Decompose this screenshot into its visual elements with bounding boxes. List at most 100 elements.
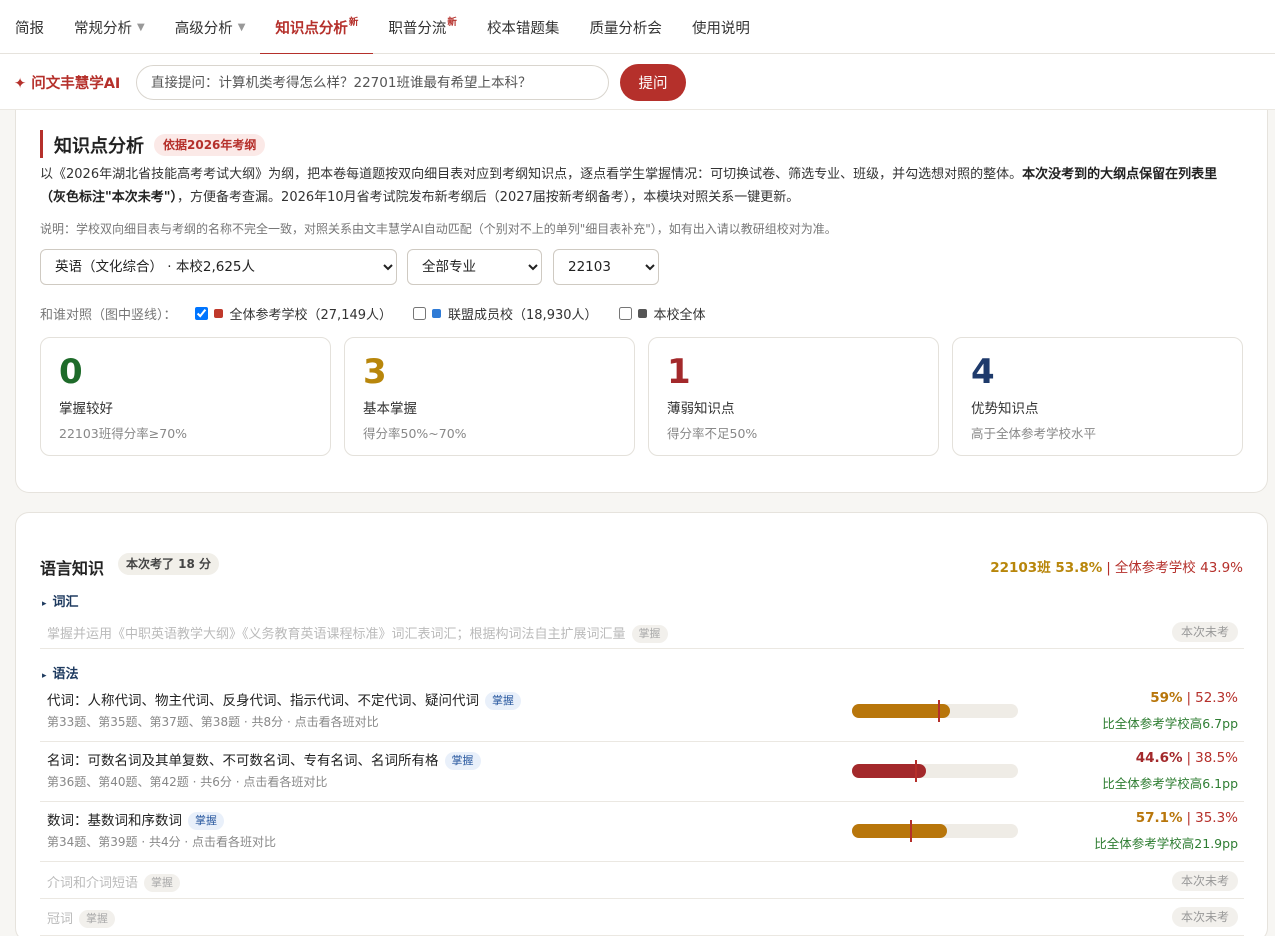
stat-sub: 得分率不足50% [667,426,758,441]
group-toggle-vocab[interactable]: ▸ 词汇 [42,591,79,610]
nav-tab-error-collection[interactable]: 校本错题集 [472,0,575,54]
score-separator: | [1186,690,1192,706]
level-pill: 掌握 [144,874,181,892]
score-bar-track [852,760,1018,782]
kp-meta-link[interactable]: 第33题、第35题、第37题、第38题 · 共8分 · 点击看各班对比 [47,713,379,730]
overview-card: 知识点分析 依据2026年考纲 以《2026年湖北省技能高考考试大纲》为纲，把本… [15,110,1268,493]
caret-right-icon: ▸ [42,599,47,609]
compare-row: 和谁对照（图中竖线）： 全体参考学校（27,149人） 联盟成员校（18,930… [40,303,727,323]
stat-label: 优势知识点 [971,401,1039,417]
kp-name: 名词：可数名词及其单复数、不可数名词、专有名词、名词所有格 掌握 [47,749,481,770]
nav-tab-label: 常规分析 [74,20,132,37]
compare-option-own-school[interactable]: 本校全体 [618,304,706,323]
ask-button[interactable]: 提问 [620,64,686,101]
stat-sub: 得分率50%~70% [363,426,467,441]
nav-tab-help[interactable]: 使用说明 [677,0,765,54]
stat-card-weak: 1 薄弱知识点 得分率不足50% [648,337,939,456]
nav-tab-brief[interactable]: 简报 [0,0,59,54]
kp-name: 介词和介词短语 掌握 [47,872,181,892]
kp-text: 介词和介词短语 [47,876,139,891]
stat-value: 1 [667,352,691,392]
section-score-badge: 本次考了 18 分 [118,553,220,575]
stat-card-advantage: 4 优势知识点 高于全体参考学校水平 [952,337,1243,456]
major-select[interactable]: 全部专业 [407,249,542,285]
nav-tab-label: 高级分析 [174,20,233,37]
chevron-down-icon: ▼ [137,21,145,33]
nav-tab-vocational-stream[interactable]: 职普分流新 [373,0,472,54]
compare-checkbox[interactable] [618,306,632,320]
kp-row-numeral[interactable]: 数词：基数词和序数词 掌握第34题、第39题 · 共4分 · 点击看各班对比 57.… [40,802,1244,862]
legend-swatch [432,308,442,318]
stat-label: 薄弱知识点 [667,401,735,417]
nav-tab-knowledge-analysis[interactable]: 知识点分析新 [260,0,374,55]
top-nav: 简报 常规分析 ▼ 高级分析 ▼ 知识点分析新 职普分流新 校本错题集 质量分析会 … [0,0,1275,55]
kp-row-vocab[interactable]: 掌握并运用《中职英语教学大纲》《义务教育英语课程标准》词汇表词汇；根据构词法自主… [40,615,1244,649]
kp-name: 数词：基数词和序数词 掌握 [47,809,224,830]
compare-marker [914,760,917,782]
compare-option-label: 联盟成员校（18,930人） [448,307,598,323]
not-tested-badge: 本次未考 [1171,622,1238,642]
kp-text: 冠词 [47,912,74,927]
kp-class-score: 59% [1150,690,1183,706]
kp-diff: 比全体参考学校高6.7pp [1102,716,1238,731]
compare-marker [937,700,940,722]
kp-meta-link[interactable]: 第34题、第39题 · 共4分 · 点击看各班对比 [47,833,276,850]
kp-score: 44.6% | 38.5% [1136,750,1238,766]
kp-text: 代词：人称代词、物主代词、反身代词、指示代词、不定代词、疑问代词 [47,693,479,709]
kp-row-article[interactable]: 冠词 掌握 本次未考 [40,899,1244,936]
compare-option-all-schools[interactable]: 全体参考学校（27,149人） [194,304,392,323]
score-separator: | [1106,560,1111,576]
kp-class-score: 44.6% [1135,750,1183,766]
kp-name: 代词：人称代词、物主代词、反身代词、指示代词、不定代词、疑问代词 掌握 [47,689,521,710]
title-accent-bar [40,130,43,158]
stat-card-mastered: 0 掌握较好 22103班得分率≥70% [40,337,331,456]
not-tested-badge: 本次未考 [1171,907,1238,927]
stat-label: 掌握较好 [59,401,113,417]
class-select[interactable]: 22103 [553,249,659,285]
nav-tab-advanced-analysis[interactable]: 高级分析 ▼ [160,0,261,54]
level-pill: 掌握 [444,752,481,770]
section-all-score: 全体参考学校 43.9% [1114,560,1243,576]
stat-sub: 高于全体参考学校水平 [971,426,1097,441]
nav-tab-label: 质量分析会 [589,20,662,37]
intro-tail: ，方便备考查漏。2026年10月省考试院发布新考纲后（2027届按新考纲备考），… [177,190,800,205]
nav-tab-regular-analysis[interactable]: 常规分析 ▼ [59,0,160,54]
kp-text: 掌握并运用《中职英语教学大纲》《义务教育英语课程标准》词汇表词汇；根据构词法自主… [47,627,626,642]
section-class-score: 22103班 53.8% [990,560,1103,576]
kp-row-noun[interactable]: 名词：可数名词及其单复数、不可数名词、专有名词、名词所有格 掌握第36题、第40题… [40,742,1244,802]
kp-name: 冠词 掌握 [47,908,116,928]
level-pill: 掌握 [485,692,521,710]
kp-score: 59% | 52.3% [1150,690,1238,706]
intro-plain: 以《2026年湖北省技能高考考试大纲》为纲，把本卷每道题按双向细目表对应到考纲知… [40,167,1023,182]
group-label: 语法 [52,667,79,682]
compare-checkbox[interactable] [413,306,427,320]
stat-card-basic: 3 基本掌握 得分率50%~70% [344,337,635,456]
kp-row-preposition[interactable]: 介词和介词短语 掌握 本次未考 [40,862,1244,899]
level-pill: 掌握 [631,625,668,643]
compare-option-alliance[interactable]: 联盟成员校（18,930人） [413,304,598,323]
stat-label: 基本掌握 [363,401,417,417]
kp-class-score: 57.1% [1135,810,1183,826]
ai-brand-label: ✦ 问文丰慧学AI [14,76,121,92]
section-card-language: 语言知识 本次考了 18 分 22103班 53.8% | 全体参考学校 43.9%… [15,512,1268,936]
nav-tab-quality-meeting[interactable]: 质量分析会 [574,0,677,54]
kp-meta-link[interactable]: 第36题、第40题、第42题 · 共6分 · 点击看各班对比 [47,773,327,790]
level-pill: 掌握 [79,910,116,928]
stat-value: 4 [971,352,995,392]
stat-value: 0 [59,352,83,392]
kp-all-score: 52.3% [1195,690,1238,706]
section-scores: 22103班 53.8% | 全体参考学校 43.9% [990,556,1243,576]
legend-swatch [637,308,647,318]
paper-select[interactable]: 英语（文化综合） · 本校2,625人 [40,249,397,285]
nav-tab-label: 使用说明 [691,20,750,37]
score-separator: | [1186,810,1192,826]
ai-question-input[interactable] [136,65,609,100]
kp-row-pronoun[interactable]: 代词：人称代词、物主代词、反身代词、指示代词、不定代词、疑问代词 掌握第33题、第… [40,682,1244,742]
not-tested-badge: 本次未考 [1171,871,1238,891]
group-toggle-grammar[interactable]: ▸ 语法 [42,663,79,682]
kp-text: 名词：可数名词及其单复数、不可数名词、专有名词、名词所有格 [47,753,439,769]
page-title: 知识点分析 [54,136,144,157]
score-bar-track [852,700,1018,722]
compare-checkbox[interactable] [194,306,208,320]
kp-all-score: 38.5% [1195,750,1238,766]
